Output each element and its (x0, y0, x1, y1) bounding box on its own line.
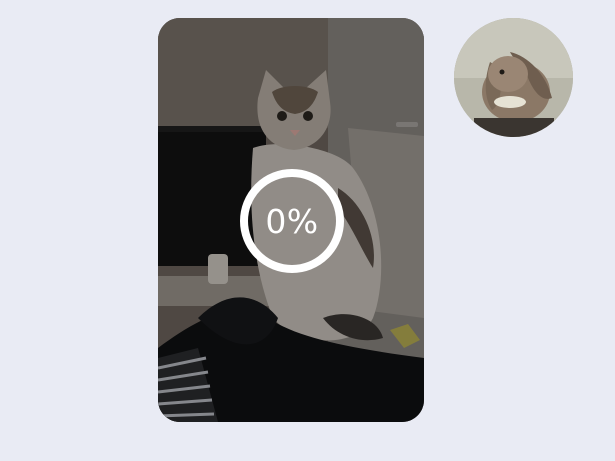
upload-progress-ring[interactable]: 0% (238, 167, 346, 275)
photo-message-card[interactable]: 0% (158, 18, 424, 422)
avatar[interactable] (454, 18, 573, 137)
rabbit-avatar-icon (454, 18, 573, 137)
upload-progress-label: 0% (265, 201, 319, 241)
